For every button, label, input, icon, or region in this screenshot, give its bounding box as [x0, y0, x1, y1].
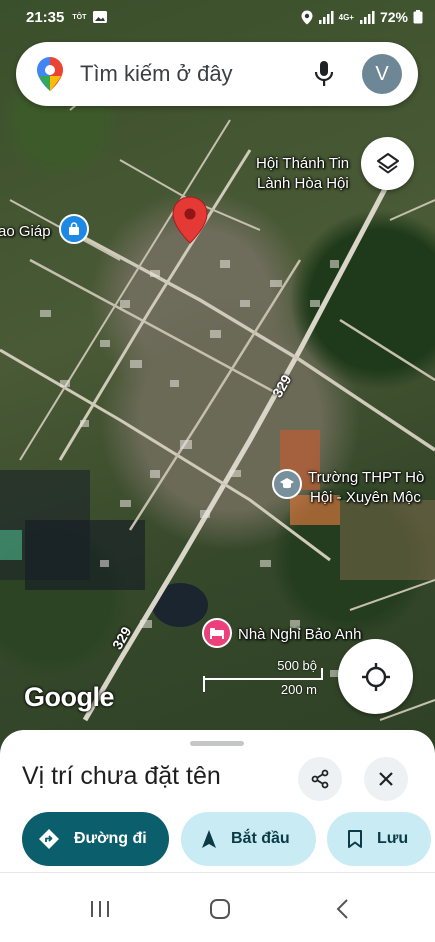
- mic-icon[interactable]: [314, 60, 334, 88]
- directions-icon: [39, 829, 59, 849]
- map-label-church-line1[interactable]: Hội Thánh Tin: [256, 154, 349, 173]
- scale-feet: 500 bộ: [277, 658, 317, 673]
- close-icon: [379, 772, 393, 786]
- directions-button[interactable]: Đường đi: [22, 812, 169, 866]
- navigation-arrow-icon: [202, 830, 216, 848]
- share-button[interactable]: [298, 757, 342, 801]
- scale-meters: 200 m: [280, 682, 317, 697]
- shopping-poi-icon[interactable]: [59, 214, 89, 244]
- account-avatar[interactable]: V: [362, 54, 402, 94]
- home-icon: [210, 899, 230, 919]
- search-bar[interactable]: Tìm kiếm ở đây V: [16, 42, 418, 106]
- hotel-poi-icon[interactable]: [202, 618, 232, 648]
- battery-icon: [413, 10, 423, 24]
- layers-button[interactable]: [361, 137, 414, 190]
- drag-handle[interactable]: [190, 741, 244, 746]
- save-button[interactable]: Lưu: [327, 812, 431, 866]
- locate-icon: [361, 662, 390, 691]
- map-label-hotel[interactable]: Nhà Nghỉ Bảo Anh: [238, 625, 361, 644]
- status-bar: 21:35 TÔT 4G+ 72%: [0, 0, 435, 34]
- close-button[interactable]: [364, 757, 408, 801]
- network-type: 4G+: [338, 12, 354, 22]
- battery-percent: 72%: [379, 9, 408, 25]
- recents-icon: [91, 901, 109, 917]
- back-icon: [336, 899, 348, 919]
- dropped-pin-icon[interactable]: [172, 196, 208, 244]
- directions-label: Đường đi: [74, 830, 147, 847]
- maps-logo-icon: [37, 57, 63, 91]
- map-scale: 500 bộ 200 m: [203, 656, 323, 700]
- system-nav-bar: [0, 872, 435, 942]
- location-icon: [301, 10, 313, 24]
- back-button[interactable]: [328, 897, 358, 921]
- signal-icon: [318, 10, 334, 24]
- google-logo: Google: [24, 682, 115, 712]
- map-label-left-poi[interactable]: ao Giáp: [0, 222, 51, 241]
- signal-icon: [359, 10, 375, 24]
- save-label: Lưu: [377, 830, 409, 847]
- start-button[interactable]: Bắt đầu: [181, 812, 316, 866]
- map-label-school-line2[interactable]: Hội - Xuyên Mộc: [310, 488, 421, 507]
- share-icon: [311, 769, 329, 789]
- place-title: Vị trí chưa đặt tên: [22, 762, 221, 790]
- carrier-label: TÔT: [72, 13, 87, 21]
- search-input[interactable]: Tìm kiếm ở đây: [80, 61, 314, 87]
- status-time: 21:35: [26, 8, 65, 26]
- start-label: Bắt đầu: [231, 830, 290, 847]
- gallery-icon: [93, 11, 108, 23]
- map-label-school-line1[interactable]: Trường THPT Hò: [308, 468, 424, 487]
- school-poi-icon[interactable]: [272, 469, 302, 499]
- layers-icon: [376, 152, 399, 173]
- bookmark-icon: [348, 830, 362, 848]
- map-label-church-line2[interactable]: Lành Hòa Hội: [257, 174, 349, 193]
- home-button[interactable]: [205, 897, 235, 921]
- recents-button[interactable]: [85, 897, 115, 921]
- my-location-button[interactable]: [338, 639, 413, 714]
